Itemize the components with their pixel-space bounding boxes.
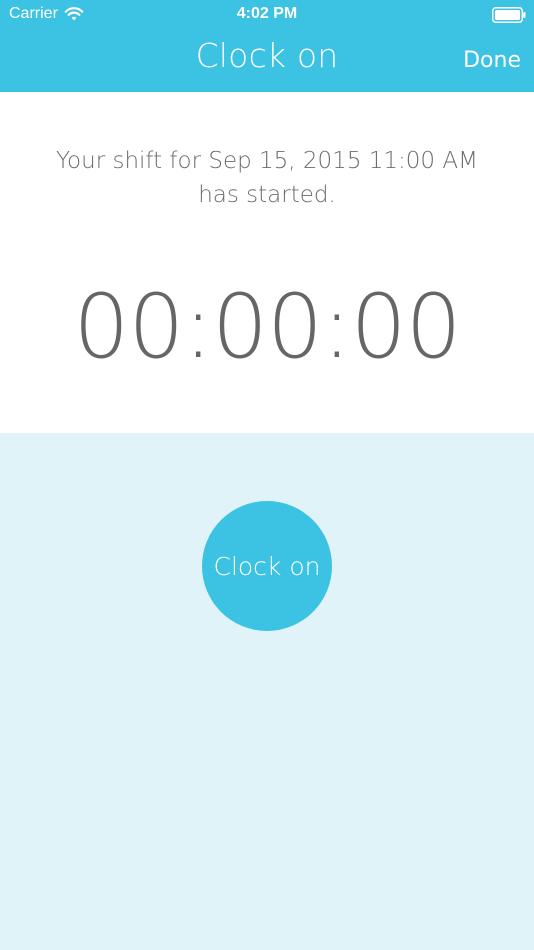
shift-info-panel: Your shift for Sep 15, 2015 11:00 AM has… bbox=[0, 92, 534, 433]
status-time: 4:02 PM bbox=[236, 5, 298, 22]
status-bar: Carrier 4:02 PM bbox=[0, 0, 534, 30]
shift-message: Your shift for Sep 15, 2015 11:00 AM has… bbox=[56, 148, 478, 208]
action-area: Clock on bbox=[0, 433, 534, 950]
battery-icon bbox=[492, 7, 526, 23]
done-button[interactable]: Done bbox=[463, 46, 521, 76]
page-title: Clock on bbox=[195, 36, 339, 75]
clock-on-button[interactable]: Clock on bbox=[202, 501, 332, 631]
elapsed-timer: 00:00:00 bbox=[73, 275, 461, 378]
header: Carrier 4:02 PM Clock on Done bbox=[0, 0, 534, 92]
